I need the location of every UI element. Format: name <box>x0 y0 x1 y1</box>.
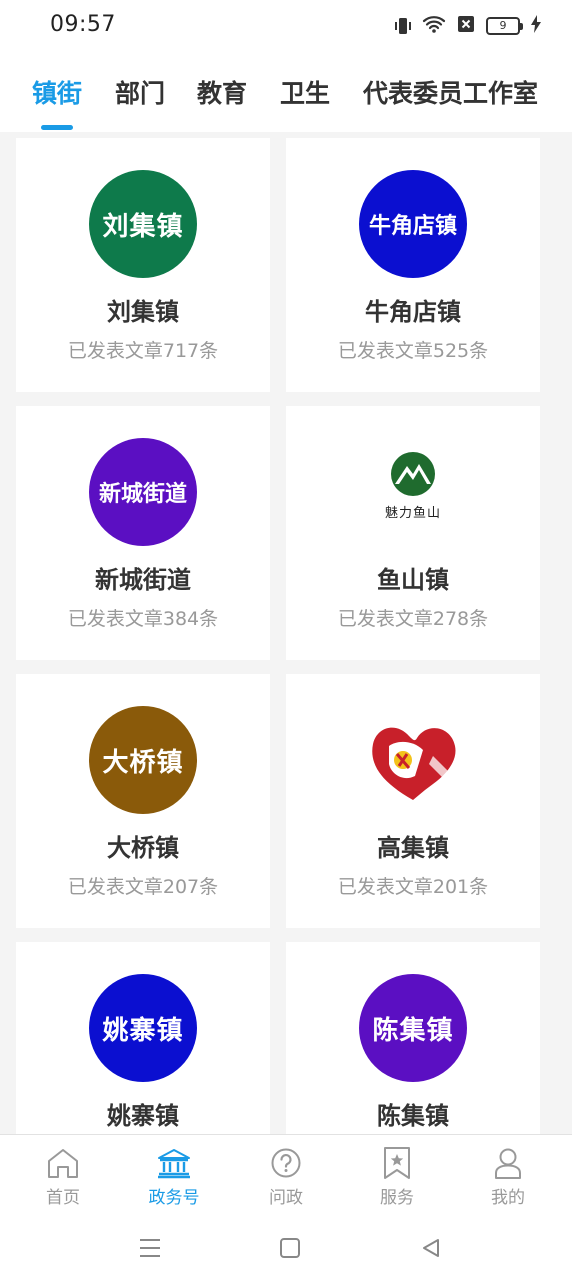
bookmark-star-icon <box>347 1145 447 1181</box>
mountain-icon <box>391 452 435 496</box>
question-icon <box>236 1145 336 1181</box>
account-card[interactable]: 刘集镇 刘集镇 已发表文章717条 <box>16 138 270 392</box>
vibrate-icon <box>394 15 412 37</box>
account-name: 陈集镇 <box>377 1102 449 1130</box>
article-count: 已发表文章717条 <box>67 340 219 362</box>
account-card[interactable]: 陈集镇 陈集镇 <box>286 942 540 1134</box>
wifi-icon <box>422 15 446 37</box>
account-logo: 刘集镇 <box>89 170 197 278</box>
article-count: 已发表文章278条 <box>337 608 489 630</box>
user-icon <box>458 1145 558 1181</box>
account-card[interactable]: 大桥镇 大桥镇 已发表文章207条 <box>16 674 270 928</box>
battery-icon: 9 <box>486 17 523 35</box>
tab-representative-studio[interactable]: 代表委员工作室 <box>363 74 538 110</box>
tab-department[interactable]: 部门 <box>115 74 165 110</box>
home-square-icon[interactable] <box>274 1232 306 1264</box>
account-logo: 陈集镇 <box>359 974 467 1082</box>
account-logo: 新城街道 <box>89 438 197 546</box>
nav-government-account[interactable]: 政务号 <box>124 1145 224 1208</box>
logo-text: 大桥镇 <box>102 747 184 778</box>
article-count: 已发表文章525条 <box>337 340 489 362</box>
account-card[interactable]: 姚寨镇 姚寨镇 <box>16 942 270 1134</box>
account-card[interactable]: 高集镇 已发表文章201条 <box>286 674 540 928</box>
bottom-nav: 首页 政务号 问政 服务 我的 <box>0 1134 572 1216</box>
government-building-icon <box>124 1145 224 1181</box>
account-name: 新城街道 <box>95 566 191 594</box>
nav-service[interactable]: 服务 <box>347 1145 447 1208</box>
party-emblem-icon <box>372 727 456 800</box>
nav-profile-label: 我的 <box>491 1188 525 1208</box>
nav-home-label: 首页 <box>46 1188 80 1208</box>
logo-text: 姚寨镇 <box>102 1015 184 1046</box>
logo-text: 新城街道 <box>98 481 187 507</box>
charging-icon <box>530 14 542 38</box>
nav-inquiry[interactable]: 问政 <box>236 1145 336 1208</box>
nav-home[interactable]: 首页 <box>13 1145 113 1208</box>
yushan-logo: 魅力鱼山 <box>359 438 467 546</box>
account-card[interactable]: 新城街道 新城街道 已发表文章384条 <box>16 406 270 660</box>
account-name: 牛角店镇 <box>365 298 461 326</box>
account-name: 姚寨镇 <box>107 1102 179 1130</box>
nav-profile[interactable]: 我的 <box>458 1145 558 1208</box>
no-sim-icon <box>456 14 476 38</box>
account-name: 鱼山镇 <box>377 566 449 594</box>
active-tab-indicator <box>41 125 73 130</box>
nav-inquiry-label: 问政 <box>269 1188 303 1208</box>
account-name: 刘集镇 <box>107 298 179 326</box>
category-tabs: 镇街 部门 教育 卫生 代表委员工作室 <box>0 52 572 132</box>
home-icon <box>13 1145 113 1181</box>
logo-caption: 魅力鱼山 <box>384 506 441 521</box>
tab-health[interactable]: 卫生 <box>280 74 330 110</box>
account-name: 大桥镇 <box>107 834 179 862</box>
nav-government-account-label: 政务号 <box>148 1188 200 1208</box>
status-bar: 09:57 9 <box>0 0 572 52</box>
account-card[interactable]: 牛角店镇 牛角店镇 已发表文章525条 <box>286 138 540 392</box>
logo-text: 陈集镇 <box>372 1015 454 1046</box>
logo-text: 刘集镇 <box>102 211 184 242</box>
status-icons: 9 <box>394 14 542 38</box>
status-time: 09:57 <box>50 12 116 37</box>
account-logo: 姚寨镇 <box>89 974 197 1082</box>
tab-education[interactable]: 教育 <box>197 74 247 110</box>
account-logo: 大桥镇 <box>89 706 197 814</box>
account-card[interactable]: 魅力鱼山 鱼山镇 已发表文章278条 <box>286 406 540 660</box>
article-count: 已发表文章207条 <box>67 876 219 898</box>
nav-service-label: 服务 <box>380 1188 414 1208</box>
system-nav-bar <box>0 1216 572 1280</box>
gaoji-logo <box>359 706 467 814</box>
back-triangle-icon[interactable] <box>415 1232 447 1264</box>
menu-icon[interactable] <box>134 1232 166 1264</box>
article-count: 已发表文章384条 <box>67 608 219 630</box>
logo-text: 牛角店镇 <box>368 213 457 239</box>
account-logo: 牛角店镇 <box>359 170 467 278</box>
article-count: 已发表文章201条 <box>337 876 489 898</box>
account-name: 高集镇 <box>377 834 449 862</box>
account-grid: 刘集镇 刘集镇 已发表文章717条 牛角店镇 牛角店镇 已发表文章525条 新城… <box>0 132 572 1134</box>
tab-town-street[interactable]: 镇街 <box>32 74 82 110</box>
